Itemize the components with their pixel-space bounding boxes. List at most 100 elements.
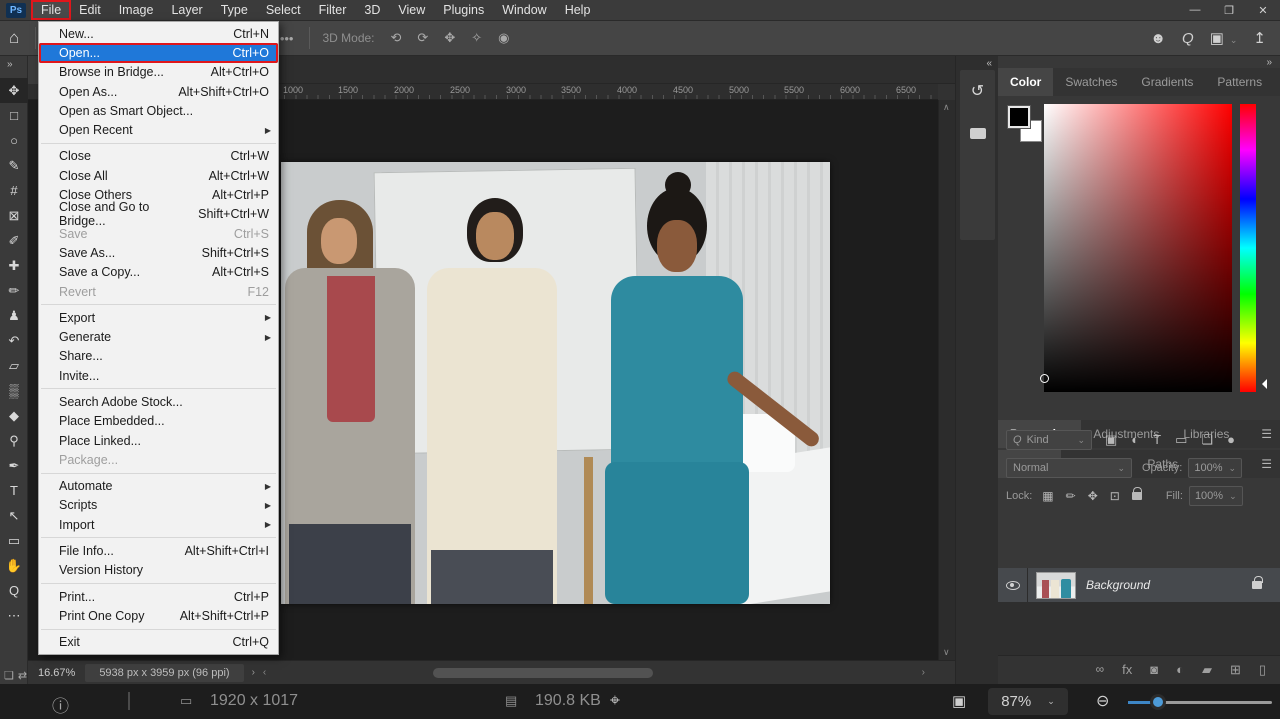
layer-filter-icon[interactable]: T — [1153, 432, 1161, 448]
tool-button[interactable]: ⚲ — [0, 428, 28, 453]
threed-mode-icon[interactable]: ⟲ — [383, 30, 410, 46]
share-icon[interactable]: ↥ — [1253, 29, 1266, 47]
menubar-item[interactable]: Plugins — [434, 1, 493, 19]
file-menu-item[interactable]: Import — [39, 515, 278, 534]
document-info[interactable]: 5938 px x 3959 px (96 ppi) — [85, 664, 243, 682]
hue-marker[interactable] — [1257, 379, 1267, 389]
file-menu-item[interactable]: Export — [39, 308, 278, 327]
scroll-left-icon[interactable]: ‹ — [263, 667, 266, 678]
layer-filter-icon[interactable]: ◐ — [1131, 432, 1139, 448]
lock-option-icon[interactable]: ✥ — [1088, 489, 1098, 503]
menubar-item[interactable]: Filter — [310, 1, 356, 19]
toolbar-bottom-icon[interactable]: ❏ — [4, 669, 14, 682]
layer-name[interactable]: Background — [1086, 578, 1150, 592]
blend-mode-select[interactable]: Normal ⌄ — [1006, 458, 1132, 478]
file-menu-item[interactable]: Exit Ctrl+Q — [39, 633, 278, 652]
lock-all-icon[interactable] — [1132, 492, 1142, 500]
menubar-item[interactable]: View — [389, 1, 434, 19]
file-menu-item[interactable]: Place Embedded... — [39, 412, 278, 431]
file-menu-item[interactable]: Open Recent — [39, 120, 278, 139]
status-expand-icon[interactable]: › — [252, 667, 255, 678]
file-menu-item[interactable]: Version History — [39, 561, 278, 580]
tool-button[interactable]: ✥ — [0, 78, 28, 103]
comments-panel-icon[interactable] — [960, 112, 995, 154]
file-menu-item[interactable]: Share... — [39, 347, 278, 366]
file-menu-item[interactable]: File Info... Alt+Shift+Ctrl+I — [39, 541, 278, 560]
file-menu-item[interactable]: Scripts — [39, 496, 278, 515]
file-menu-item[interactable]: Open... Ctrl+O — [39, 43, 278, 62]
layers-footer-icon[interactable]: fx — [1122, 662, 1132, 678]
file-menu-item[interactable]: Generate — [39, 327, 278, 346]
file-menu-item[interactable] — [39, 626, 278, 633]
scroll-right-icon[interactable]: › — [922, 667, 925, 678]
info-icon[interactable]: ⓘ — [52, 692, 69, 717]
threed-mode-icon[interactable]: ◉ — [490, 30, 517, 46]
tool-button[interactable]: ▭ — [0, 528, 28, 553]
opacity-input[interactable]: 100% ⌄ — [1188, 458, 1242, 478]
layers-footer-icon[interactable]: ⊞ — [1230, 662, 1241, 678]
file-menu-item[interactable]: Browse in Bridge... Alt+Ctrl+O — [39, 63, 278, 82]
zoom-out-icon[interactable]: ⊖ — [1096, 691, 1109, 711]
file-menu-item[interactable]: Invite... — [39, 366, 278, 385]
file-menu-item[interactable]: Automate — [39, 477, 278, 496]
lock-option-icon[interactable]: ▦ — [1042, 489, 1053, 503]
tool-button[interactable]: # — [0, 178, 28, 203]
layers-footer-icon[interactable]: ∞ — [1096, 662, 1105, 678]
file-menu-item[interactable]: Print One Copy Alt+Shift+Ctrl+P — [39, 606, 278, 625]
threed-mode-icon[interactable]: ✥ — [436, 30, 463, 46]
file-menu-item[interactable]: Save As... Shift+Ctrl+S — [39, 243, 278, 262]
screenshot-icon[interactable]: ▣ — [952, 692, 966, 710]
tool-button[interactable]: ✋ — [0, 553, 28, 578]
tool-button[interactable]: ▒ — [0, 378, 28, 403]
tool-button[interactable]: ○ — [0, 128, 28, 153]
layer-filter-kind-select[interactable]: Q Kind ⌄ — [1006, 430, 1092, 450]
panel-menu-icon[interactable]: ☰ — [1274, 68, 1280, 96]
panel-tab[interactable]: Patterns — [1205, 68, 1274, 96]
tool-button[interactable]: ✎ — [0, 153, 28, 178]
menubar-item[interactable]: 3D — [355, 1, 389, 19]
scroll-down-icon[interactable]: ∨ — [943, 647, 950, 658]
layers-footer-icon[interactable]: ◙ — [1150, 662, 1158, 678]
collapse-panels-icon[interactable]: » — [1266, 57, 1272, 68]
panel-tab[interactable]: Color — [998, 68, 1053, 96]
search-icon[interactable]: Q — [1182, 30, 1194, 47]
file-menu-item[interactable]: Search Adobe Stock... — [39, 392, 278, 411]
layer-thumbnail[interactable] — [1036, 572, 1076, 599]
menubar-item[interactable]: Help — [556, 1, 600, 19]
tool-button[interactable]: ✒ — [0, 453, 28, 478]
tool-button[interactable]: ⋯ — [0, 603, 28, 628]
toolbar-collapse-icon[interactable]: » — [0, 56, 27, 78]
tool-button[interactable]: ✏ — [0, 278, 28, 303]
zoom-slider[interactable] — [1128, 701, 1272, 704]
tool-button[interactable]: ▱ — [0, 353, 28, 378]
layer-filter-icon[interactable]: ▭ — [1175, 432, 1187, 448]
zoom-level-text[interactable]: 16.67% — [38, 667, 75, 679]
tool-button[interactable]: T — [0, 478, 28, 503]
file-menu-item[interactable]: Open As... Alt+Shift+Ctrl+O — [39, 82, 278, 101]
scroll-up-icon[interactable]: ∧ — [943, 102, 950, 113]
tool-button[interactable]: □ — [0, 103, 28, 128]
focus-target-icon[interactable]: ⌖ — [605, 690, 625, 710]
file-menu-item[interactable] — [39, 534, 278, 541]
zoom-percent-dropdown[interactable]: 87% ⌄ — [988, 688, 1068, 715]
layer-locked-icon[interactable] — [1246, 576, 1268, 594]
file-menu-item[interactable]: Place Linked... — [39, 431, 278, 450]
lock-option-icon[interactable]: ✏ — [1066, 489, 1076, 503]
tool-button[interactable]: ↖ — [0, 503, 28, 528]
tool-button[interactable]: ♟ — [0, 303, 28, 328]
file-menu-item[interactable]: Print... Ctrl+P — [39, 587, 278, 606]
menubar-item[interactable]: Edit — [70, 1, 110, 19]
tool-button[interactable]: Q — [0, 578, 28, 603]
menubar-item[interactable]: Image — [110, 1, 163, 19]
hue-slider[interactable] — [1240, 104, 1256, 392]
panel-tab[interactable]: Swatches — [1053, 68, 1129, 96]
layers-footer-icon[interactable]: ▯ — [1259, 662, 1266, 678]
file-menu-item[interactable] — [39, 470, 278, 477]
scrollbar-thumb[interactable] — [433, 668, 653, 678]
menubar-item[interactable]: Window — [493, 1, 555, 19]
panel-tab[interactable]: Gradients — [1129, 68, 1205, 96]
file-menu-item[interactable] — [39, 580, 278, 587]
menubar-item[interactable]: Layer — [162, 1, 211, 19]
file-menu-item[interactable]: Close All Alt+Ctrl+W — [39, 166, 278, 185]
home-icon[interactable]: ⌂ — [9, 28, 19, 48]
